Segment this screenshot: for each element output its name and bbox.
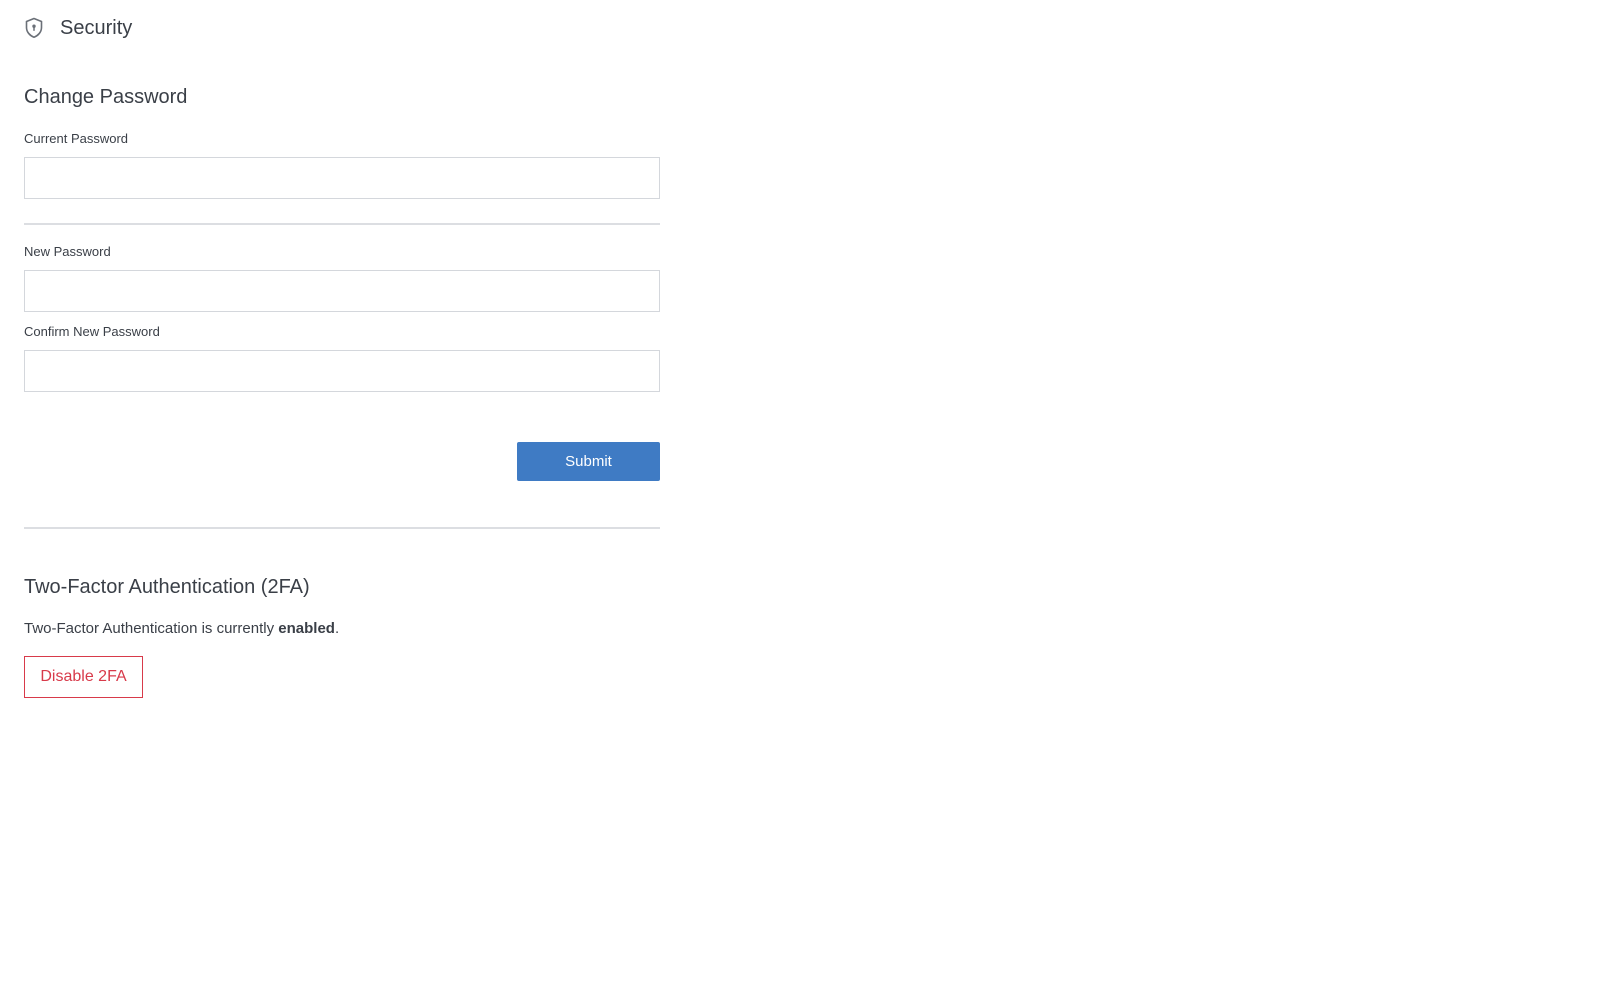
status-prefix: Two-Factor Authentication is currently <box>24 620 279 637</box>
submit-button[interactable]: Submit <box>517 442 660 481</box>
two-factor-status: Two-Factor Authentication is currently e… <box>24 620 339 637</box>
security-page: Security Change Password Current Passwor… <box>0 0 1600 1000</box>
confirm-password-label: Confirm New Password <box>24 324 160 339</box>
disable-2fa-button[interactable]: Disable 2FA <box>24 656 143 698</box>
two-factor-title: Two-Factor Authentication (2FA) <box>24 576 310 598</box>
page-title: Security <box>60 16 133 39</box>
section-divider <box>24 527 660 529</box>
shield-icon <box>24 17 44 39</box>
status-suffix: . <box>334 620 340 637</box>
status-value: enabled <box>278 620 335 637</box>
confirm-password-field[interactable] <box>24 350 660 392</box>
new-password-label: New Password <box>24 244 111 259</box>
change-password-title: Change Password <box>24 86 188 108</box>
current-password-field[interactable] <box>24 157 660 199</box>
new-password-field[interactable] <box>24 270 660 312</box>
page-header: Security <box>24 14 132 42</box>
current-password-label: Current Password <box>24 131 129 146</box>
section-divider <box>24 223 660 225</box>
